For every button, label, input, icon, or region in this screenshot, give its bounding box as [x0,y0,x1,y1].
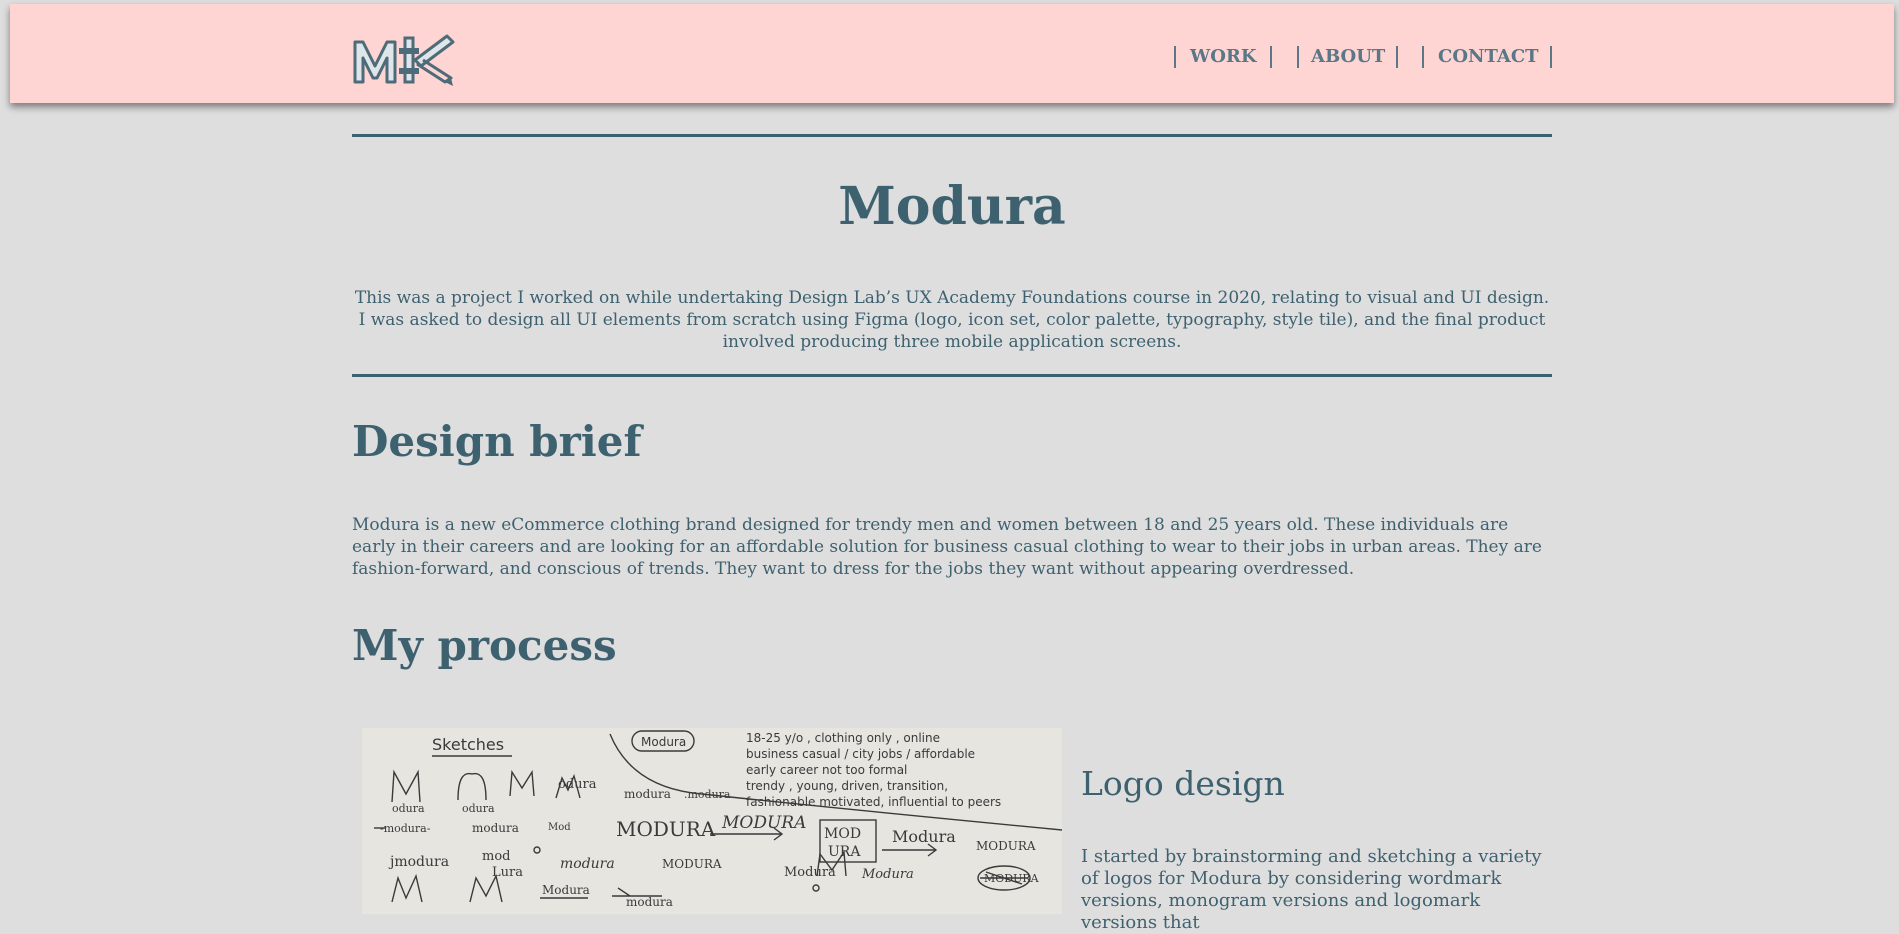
svg-text:Modura: Modura [861,867,914,882]
nav-link-contact[interactable]: CONTACT [1438,42,1539,72]
logo-design-heading: Logo design [1081,764,1285,803]
svg-text:odura: odura [392,802,425,815]
sketch-note-3: early career not too formal [746,763,907,777]
svg-text:Modura: Modura [784,865,836,880]
svg-text:modura: modura [624,787,671,801]
svg-text:MODURA: MODURA [662,857,722,871]
nav-link-work[interactable]: WORK [1190,42,1257,72]
svg-text:Lura: Lura [492,865,523,880]
svg-text:mod: mod [482,849,510,864]
project-intro: This was a project I worked on while und… [354,288,1550,352]
svg-text:MOD: MOD [824,826,861,842]
logo-sketches-image: Sketches Modura 18-25 y/o , clothing onl… [362,728,1062,914]
svg-text:MODURA: MODURA [976,839,1036,853]
nav-link-about[interactable]: ABOUT [1311,42,1385,72]
top-navbar: WORK ABOUT CONTACT [10,4,1894,103]
page-title: Modura [838,176,1066,237]
nav-divider [1297,46,1299,68]
sketch-note-5: fashionable motivated, influential to pe… [746,795,1001,809]
svg-text:modura: modura [626,895,673,909]
svg-text:MODURA: MODURA [616,817,716,841]
sketch-note-1: 18-25 y/o , clothing only , online [746,731,940,745]
svg-text:Modura: Modura [542,883,590,897]
svg-text:MODURA: MODURA [984,872,1040,885]
nav-divider [1174,46,1176,68]
svg-text:modura: modura [472,821,519,835]
nav-divider [1422,46,1424,68]
svg-text:Mod: Mod [548,822,571,833]
my-process-heading: My process [352,621,617,670]
bottom-divider [352,374,1552,377]
mk-logo-icon [353,34,455,86]
svg-text:-modura-: -modura- [380,822,431,835]
design-brief-heading: Design brief [352,417,642,466]
svg-text:.modura: .modura [684,788,731,801]
logo-design-text: I started by brainstorming and sketching… [1081,846,1542,933]
nav-divider [1550,46,1552,68]
nav-divider [1270,46,1272,68]
svg-text:odura: odura [558,777,597,792]
nav-divider [1396,46,1398,68]
svg-text:Modura: Modura [892,827,956,846]
sketch-drawing: Sketches Modura 18-25 y/o , clothing onl… [362,728,1062,914]
svg-text:URA: URA [828,844,861,860]
sketches-label: Sketches [432,735,504,754]
sketch-brand-box: Modura [641,735,686,749]
sketch-note-2: business casual / city jobs / affordable [746,747,975,761]
svg-text:jmodura: jmodura [388,854,449,870]
svg-text:modura: modura [560,856,615,872]
svg-text:MODURA: MODURA [721,813,806,833]
svg-text:odura: odura [462,802,495,815]
mk-logo[interactable] [351,30,461,90]
top-divider [352,134,1552,137]
design-brief-text: Modura is a new eCommerce clothing brand… [352,515,1542,579]
sketch-note-4: trendy , young, driven, transition, [746,779,948,793]
